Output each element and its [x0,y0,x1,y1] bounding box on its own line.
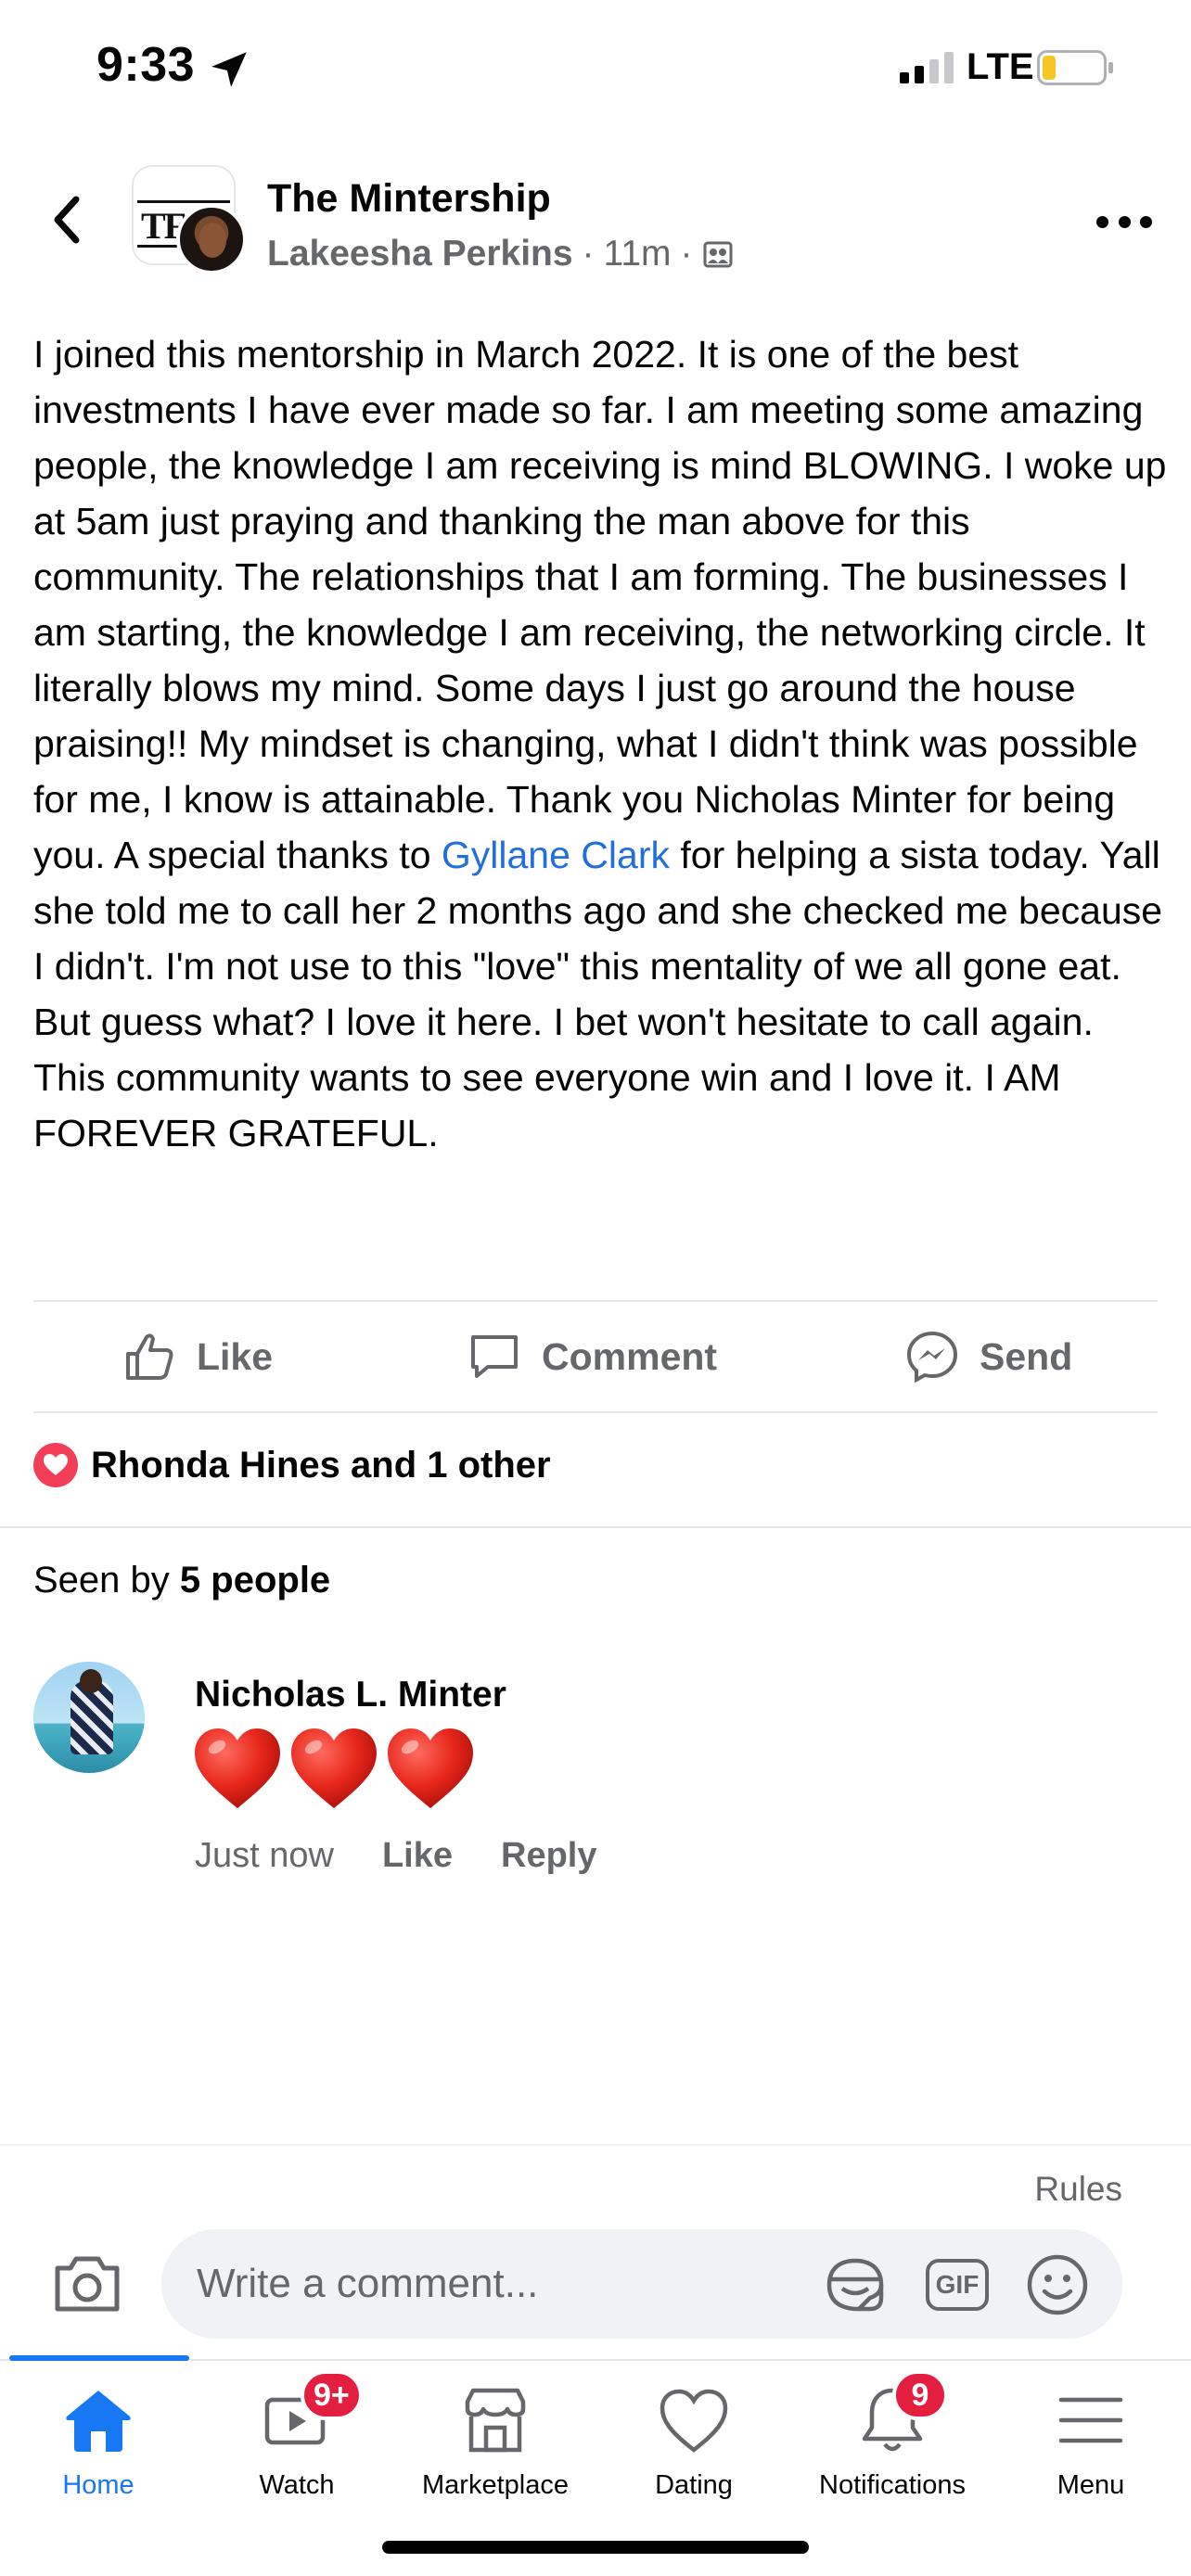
commenter-name[interactable]: Nicholas L. Minter [195,1675,506,1715]
like-label: Like [197,1334,274,1378]
mention-link[interactable]: Gyllane Clark [442,834,670,876]
tab-notifications[interactable]: 9 Notifications [800,2370,985,2513]
dating-icon [660,2389,728,2453]
post-time[interactable]: 11m [604,234,672,274]
author-name[interactable]: Lakeesha Perkins [267,234,573,274]
post-actions: Like Comment Send [0,1302,1191,1411]
post-text-part: I joined this mentorship in March 2022. … [33,333,1167,876]
comment-label: Comment [542,1334,718,1378]
battery-icon [1037,50,1113,85]
comment-meta: Just now Like Reply [195,1836,597,1876]
tab-menu[interactable]: Menu [998,2383,1184,2513]
emoji-icon[interactable] [1024,2251,1091,2318]
like-button[interactable]: Like [122,1302,273,1411]
active-tab-indicator [9,2355,189,2361]
tab-label: Marketplace [422,2470,569,2500]
gif-icon: GIF [926,2259,989,2311]
tab-label: Dating [655,2470,733,2500]
avatar-sticker-icon[interactable] [822,2251,889,2318]
heart-emoji-icon [291,1728,377,1808]
comment-like-button[interactable]: Like [382,1836,453,1876]
reactions-text: Rhonda Hines and 1 other [91,1444,551,1486]
dot [1140,215,1152,228]
author-avatar[interactable] [176,204,247,274]
tab-marketplace[interactable]: Marketplace [403,2383,588,2513]
heart-icon [44,1454,68,1475]
private-group-icon [703,241,733,268]
home-indicator[interactable] [382,2541,809,2554]
gif-button[interactable]: GIF [924,2251,991,2318]
avatar-face [198,223,226,258]
home-icon [66,2391,131,2452]
more-options-button[interactable] [1096,208,1152,236]
seen-by[interactable]: Seen by 5 people [33,1560,330,1601]
tab-watch[interactable]: 9+ Watch [204,2370,390,2513]
messenger-icon [906,1331,958,1384]
comment-bubble-icon [471,1335,518,1378]
heart-emoji-icon [195,1728,280,1808]
post-text-part: for helping a sista today. Yall she told… [33,834,1163,1154]
tab-label: Watch [259,2470,335,2500]
tab-label: Menu [1057,2470,1125,2500]
divider [0,1526,1191,1528]
thumbs-up-icon [126,1333,173,1380]
network-type: LTE [967,46,1034,87]
send-button[interactable]: Send [905,1302,1072,1411]
comment-content [191,1723,477,1816]
meta-separator: · [582,234,595,274]
comment-time: Just now [195,1836,334,1875]
cellular-signal-icon [900,52,954,83]
location-arrow-icon [211,52,247,87]
post-meta: Lakeesha Perkins · 11m · [267,234,734,274]
camera-icon[interactable] [52,2251,122,2316]
avatar-head [80,1669,102,1693]
tab-label: Notifications [819,2470,966,2500]
seen-by-count: 5 people [179,1560,331,1600]
menu-icon [1058,2397,1123,2443]
rules-link[interactable]: Rules [1034,2170,1122,2209]
comment-reply-button[interactable]: Reply [501,1836,596,1876]
heart-emoji-icon [388,1728,473,1808]
comment-button[interactable]: Comment [467,1302,717,1411]
status-time: 9:33 [96,38,196,92]
seen-by-prefix: Seen by [33,1560,170,1600]
tab-dating[interactable]: Dating [601,2383,787,2513]
status-bar: 9:33 LTE [0,0,1191,130]
post-text: I joined this mentorship in March 2022. … [33,326,1167,1161]
meta-separator: · [680,234,693,274]
group-name[interactable]: The Mintership [267,176,551,222]
reactions-summary[interactable]: Rhonda Hines and 1 other [33,1443,551,1487]
back-button[interactable] [43,187,89,252]
watch-badge: 9+ [301,2370,363,2420]
commenter-avatar[interactable] [33,1662,145,1773]
divider [33,1411,1158,1413]
tab-home[interactable]: Home [6,2383,191,2513]
chevron-left-icon [54,196,80,244]
send-label: Send [980,1334,1073,1378]
marketplace-icon [465,2388,526,2453]
tab-label: Home [62,2470,134,2500]
notifications-badge: 9 [892,2370,948,2420]
love-reaction-icon [33,1443,78,1487]
comment-placeholder: Write a comment... [197,2261,539,2306]
logo-rule-top [137,200,230,203]
dot [1118,215,1131,228]
dot [1096,215,1108,228]
